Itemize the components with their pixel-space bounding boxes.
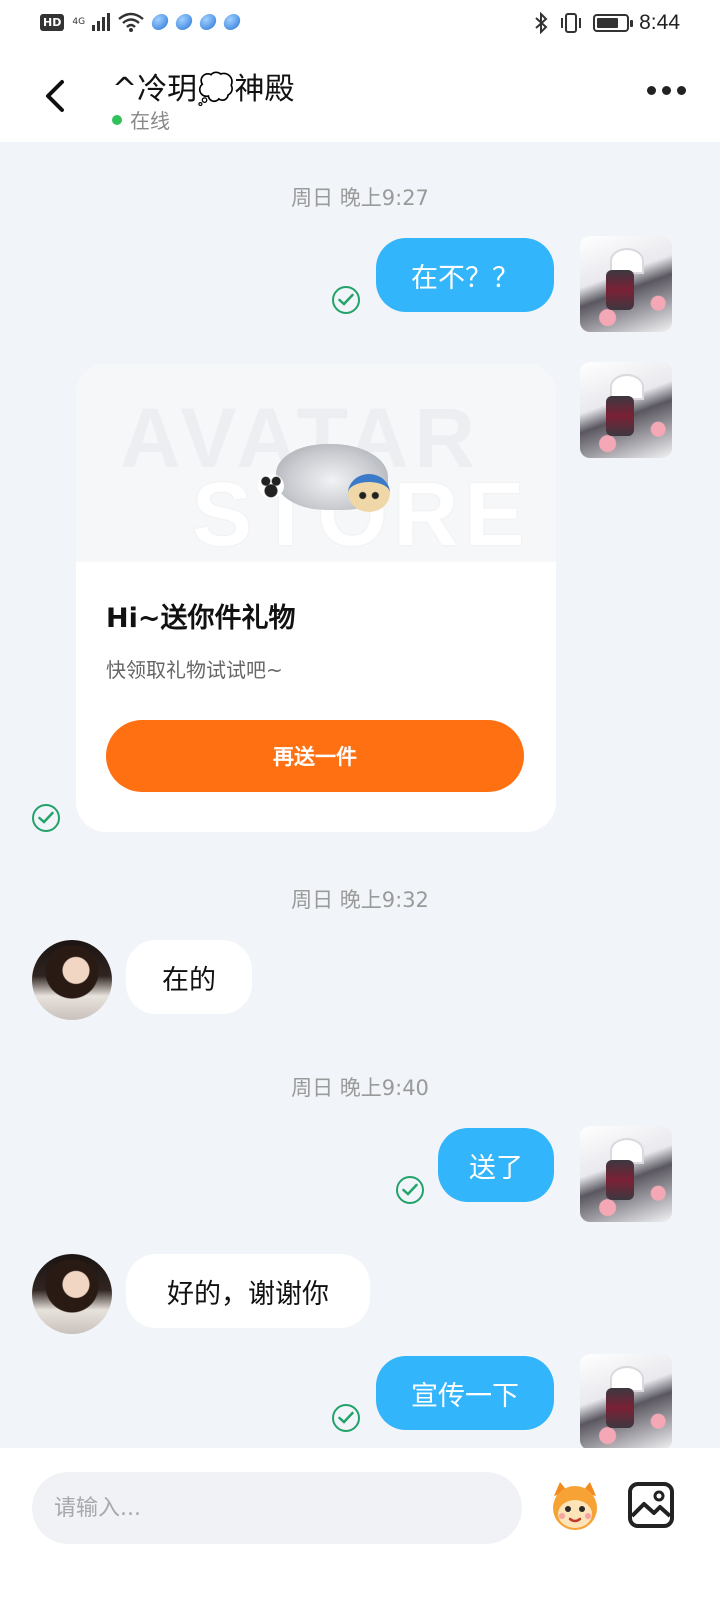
read-check-icon — [396, 1176, 424, 1204]
clock: 8:44 — [639, 11, 680, 34]
gift-item-image — [258, 444, 390, 512]
paw-icon — [258, 474, 284, 498]
gift-title: Hi~送你件礼物 — [106, 603, 296, 634]
network-type: 4G — [72, 16, 86, 27]
wifi-icon — [118, 12, 145, 32]
gift-image: AVATAR STORE — [76, 364, 556, 562]
character-face-icon — [348, 474, 390, 512]
online-status: 在线 — [112, 105, 170, 134]
self-avatar[interactable] — [580, 1126, 672, 1222]
contact-avatar[interactable] — [32, 940, 112, 1020]
sticker-button[interactable] — [546, 1476, 604, 1534]
sticker-icon — [553, 1482, 597, 1530]
battery-icon — [593, 14, 634, 32]
app-notification-icon — [222, 14, 243, 30]
chat-header: ^冷玥💭神殿 在线 — [0, 50, 720, 142]
read-check-icon — [332, 286, 360, 314]
read-check-icon — [332, 1404, 360, 1432]
image-button[interactable] — [626, 1480, 676, 1530]
gift-card[interactable]: AVATAR STORE Hi~送你件礼物 快领取礼物试试吧~ 再送一件 — [76, 364, 556, 832]
app-notification-icon — [198, 14, 219, 30]
image-icon — [628, 1482, 674, 1528]
self-avatar[interactable] — [580, 362, 672, 458]
online-status-label: 在线 — [130, 109, 170, 133]
self-avatar[interactable] — [580, 1354, 672, 1450]
hd-icon: HD — [40, 13, 65, 31]
send-another-gift-button[interactable]: 再送一件 — [106, 720, 524, 792]
status-bar: HD 4G 8:44 — [0, 0, 720, 50]
message-bubble-incoming[interactable]: 好的，谢谢你 — [126, 1254, 370, 1328]
app-notification-icon — [174, 14, 195, 30]
message-bubble-incoming[interactable]: 在的 — [126, 940, 252, 1014]
chat-screen: HD 4G 8:44 ^冷玥💭神殿 在线 周日 晚上9:27 在不？？ AVAT… — [0, 0, 720, 1600]
message-bubble-outgoing[interactable]: 宣传一下 — [376, 1356, 554, 1430]
bluetooth-icon — [535, 12, 548, 34]
vibrate-icon — [561, 13, 582, 33]
more-options-button[interactable] — [647, 86, 686, 95]
online-dot-icon — [112, 114, 122, 125]
self-avatar[interactable] — [580, 236, 672, 332]
contact-name[interactable]: ^冷玥💭神殿 — [112, 64, 295, 108]
back-button[interactable] — [36, 74, 76, 118]
more-dots-icon — [647, 86, 656, 95]
contact-avatar[interactable] — [32, 1254, 112, 1334]
app-notification-icon — [150, 14, 171, 30]
message-bubble-outgoing[interactable]: 送了 — [438, 1128, 554, 1202]
message-bubble-outgoing[interactable]: 在不？？ — [376, 238, 554, 312]
read-check-icon — [32, 804, 60, 832]
message-timestamp: 周日 晚上9:32 — [291, 888, 429, 912]
chevron-left-icon — [46, 80, 64, 112]
input-bar — [0, 1448, 720, 1600]
gift-subtitle: 快领取礼物试试吧~ — [106, 658, 283, 682]
message-timestamp: 周日 晚上9:40 — [291, 1076, 429, 1100]
signal-icon — [92, 13, 111, 31]
message-input[interactable] — [32, 1472, 522, 1544]
message-timestamp: 周日 晚上9:27 — [291, 186, 429, 210]
